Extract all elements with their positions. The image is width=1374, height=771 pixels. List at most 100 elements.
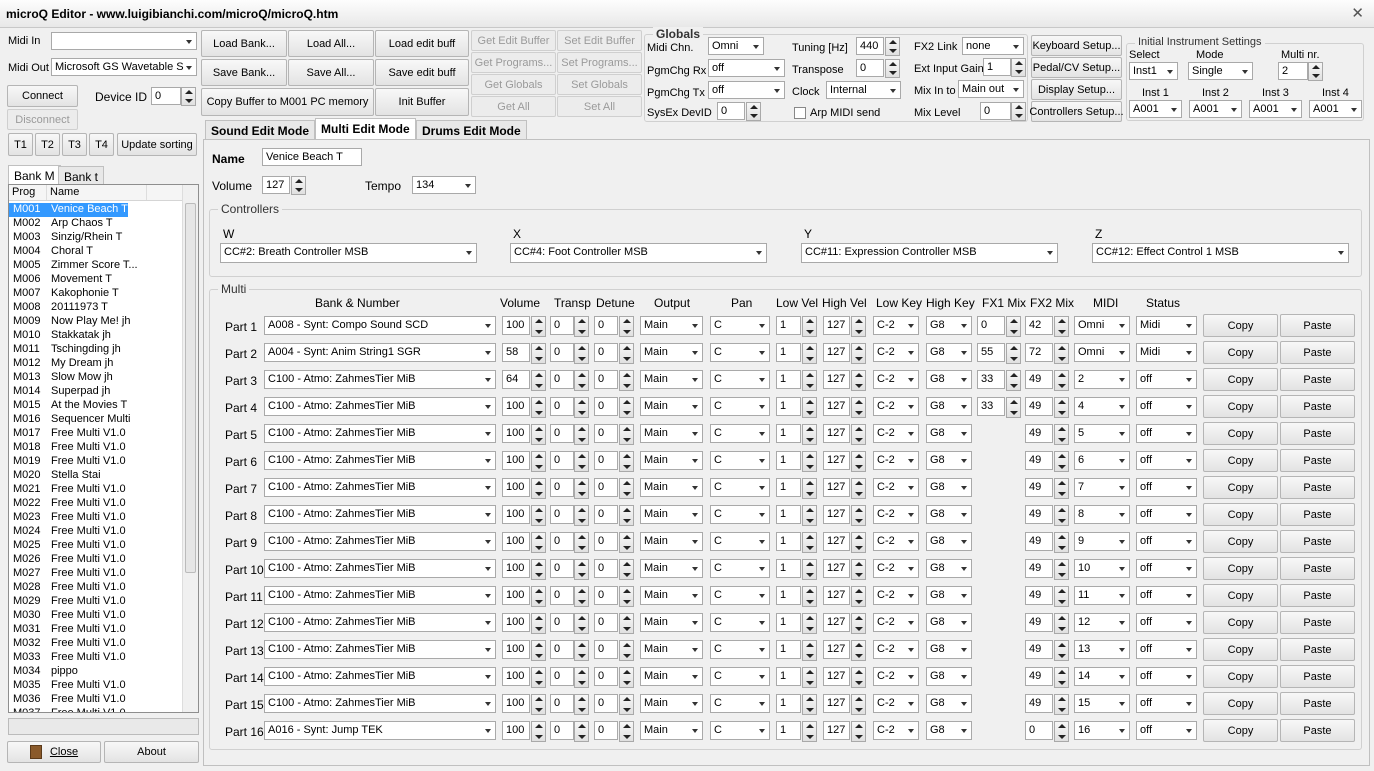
part-midi-select[interactable]: 11 <box>1074 586 1130 605</box>
part-fx2-mix-spinner[interactable] <box>1054 694 1069 715</box>
part-low-vel-field[interactable]: 1 <box>776 397 801 416</box>
part-fx2-mix-spinner[interactable] <box>1054 559 1069 580</box>
part-fx1-mix-field[interactable]: 55 <box>977 343 1005 362</box>
part-midi-select[interactable]: 8 <box>1074 505 1130 524</box>
part-paste-button[interactable]: Paste <box>1280 395 1355 418</box>
part-high-vel-field[interactable]: 127 <box>823 613 850 632</box>
midi-in-select[interactable] <box>51 32 197 50</box>
list-item[interactable]: M022 Free Multi V1.0 <box>9 497 198 511</box>
part-copy-button[interactable]: Copy <box>1203 584 1278 607</box>
part-volume-spinner[interactable] <box>531 316 546 337</box>
list-item[interactable]: M029 Free Multi V1.0 <box>9 595 198 609</box>
part-pan-select[interactable]: C <box>710 640 770 659</box>
multi-name-field[interactable]: Venice Beach T <box>262 148 362 166</box>
part-midi-select[interactable]: 10 <box>1074 559 1130 578</box>
inst-program-select[interactable]: A001 <box>1309 100 1362 118</box>
part-low-vel-spinner[interactable] <box>802 370 817 391</box>
part-transpose-spinner[interactable] <box>574 586 589 607</box>
part-fx2-mix-spinner[interactable] <box>1054 397 1069 418</box>
controller-select[interactable]: CC#12: Effect Control 1 MSB <box>1092 243 1349 263</box>
part-midi-select[interactable]: 16 <box>1074 721 1130 740</box>
part-fx2-mix-spinner[interactable] <box>1054 613 1069 634</box>
part-bank-select[interactable]: C100 - Atmo: ZahmesTier MiB <box>264 667 496 686</box>
part-detune-spinner[interactable] <box>619 370 634 391</box>
part-high-vel-field[interactable]: 127 <box>823 343 850 362</box>
part-output-select[interactable]: Main <box>640 343 703 362</box>
part-detune-field[interactable]: 0 <box>594 586 618 605</box>
list-item[interactable]: M001 Venice Beach T <box>9 203 198 217</box>
inst-program-select[interactable]: A001 <box>1129 100 1182 118</box>
part-output-select[interactable]: Main <box>640 316 703 335</box>
part-copy-button[interactable]: Copy <box>1203 557 1278 580</box>
part-pan-select[interactable]: C <box>710 370 770 389</box>
part-volume-spinner[interactable] <box>531 478 546 499</box>
part-low-key-select[interactable]: C-2 <box>873 532 919 551</box>
part-high-key-select[interactable]: G8 <box>926 532 972 551</box>
part-low-key-select[interactable]: C-2 <box>873 667 919 686</box>
set-edit-buffer-button[interactable]: Set Edit Buffer <box>557 30 642 51</box>
part-low-key-select[interactable]: C-2 <box>873 640 919 659</box>
part-high-key-select[interactable]: G8 <box>926 559 972 578</box>
part-detune-spinner[interactable] <box>619 640 634 661</box>
mode-select[interactable]: Single <box>1188 62 1253 80</box>
list-item[interactable]: M021 Free Multi V1.0 <box>9 483 198 497</box>
part-transpose-spinner[interactable] <box>574 505 589 526</box>
part-low-vel-field[interactable]: 1 <box>776 721 801 740</box>
part-transpose-field[interactable]: 0 <box>550 694 574 713</box>
part-low-vel-spinner[interactable] <box>802 640 817 661</box>
part-low-vel-spinner[interactable] <box>802 505 817 526</box>
part-high-vel-field[interactable]: 127 <box>823 478 850 497</box>
part-volume-field[interactable]: 100 <box>502 694 530 713</box>
part-midi-select[interactable]: 15 <box>1074 694 1130 713</box>
part-fx2-mix-field[interactable]: 49 <box>1025 478 1053 497</box>
list-item[interactable]: M027 Free Multi V1.0 <box>9 567 198 581</box>
part-transpose-field[interactable]: 0 <box>550 532 574 551</box>
part-detune-field[interactable]: 0 <box>594 424 618 443</box>
part-high-key-select[interactable]: G8 <box>926 667 972 686</box>
part-fx2-mix-field[interactable]: 49 <box>1025 586 1053 605</box>
part-volume-field[interactable]: 58 <box>502 343 530 362</box>
part-status-select[interactable]: off <box>1136 424 1197 443</box>
part-low-vel-field[interactable]: 1 <box>776 478 801 497</box>
part-pan-select[interactable]: C <box>710 316 770 335</box>
part-transpose-field[interactable]: 0 <box>550 343 574 362</box>
list-item[interactable]: M016 Sequencer Multi <box>9 413 198 427</box>
part-fx2-mix-spinner[interactable] <box>1054 667 1069 688</box>
part-copy-button[interactable]: Copy <box>1203 638 1278 661</box>
part-high-vel-spinner[interactable] <box>851 478 866 499</box>
part-transpose-spinner[interactable] <box>574 424 589 445</box>
list-item[interactable]: M002 Arp Chaos T <box>9 217 198 231</box>
part-bank-select[interactable]: A016 - Synt: Jump TEK <box>264 721 496 740</box>
part-copy-button[interactable]: Copy <box>1203 314 1278 337</box>
part-low-vel-field[interactable]: 1 <box>776 667 801 686</box>
part-output-select[interactable]: Main <box>640 721 703 740</box>
part-copy-button[interactable]: Copy <box>1203 368 1278 391</box>
pgmchg-tx-select[interactable]: off <box>708 81 785 99</box>
ext-input-gain-spinner[interactable] <box>1011 58 1026 77</box>
tempo-select[interactable]: 134 <box>412 176 476 194</box>
part-transpose-spinner[interactable] <box>574 613 589 634</box>
list-item[interactable]: M035 Free Multi V1.0 <box>9 679 198 693</box>
part-high-vel-field[interactable]: 127 <box>823 721 850 740</box>
device-id-spinner[interactable] <box>181 87 196 106</box>
part-midi-select[interactable]: 14 <box>1074 667 1130 686</box>
part-transpose-field[interactable]: 0 <box>550 451 574 470</box>
part-fx2-mix-spinner[interactable] <box>1054 343 1069 364</box>
part-high-key-select[interactable]: G8 <box>926 451 972 470</box>
list-item[interactable]: M030 Free Multi V1.0 <box>9 609 198 623</box>
part-high-key-select[interactable]: G8 <box>926 397 972 416</box>
list-item[interactable]: M003 Sinzig/Rhein T <box>9 231 198 245</box>
part-output-select[interactable]: Main <box>640 667 703 686</box>
part-bank-select[interactable]: C100 - Atmo: ZahmesTier MiB <box>264 532 496 551</box>
save-edit-buff-button[interactable]: Save edit buff <box>375 59 469 86</box>
part-midi-select[interactable]: 7 <box>1074 478 1130 497</box>
part-volume-spinner[interactable] <box>531 343 546 364</box>
part-transpose-field[interactable]: 0 <box>550 667 574 686</box>
init-buffer-button[interactable]: Init Buffer <box>375 88 469 116</box>
set-programs-button[interactable]: Set Programs... <box>557 52 642 73</box>
part-bank-select[interactable]: C100 - Atmo: ZahmesTier MiB <box>264 478 496 497</box>
part-volume-spinner[interactable] <box>531 370 546 391</box>
tab-drums-edit-mode[interactable]: Drums Edit Mode <box>416 120 527 140</box>
get-edit-buffer-button[interactable]: Get Edit Buffer <box>471 30 556 51</box>
part-low-key-select[interactable]: C-2 <box>873 559 919 578</box>
